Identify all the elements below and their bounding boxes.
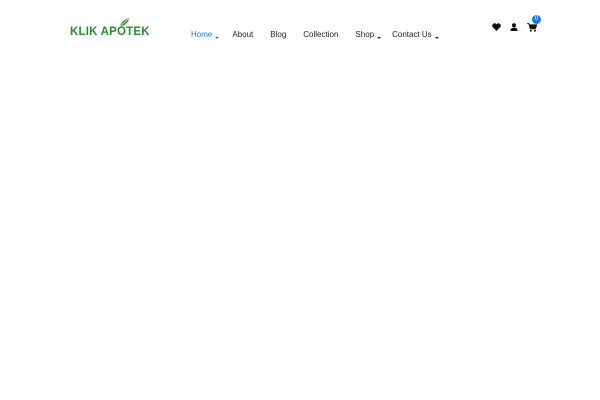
nav-item-contact-us[interactable]: Contact Us — [392, 30, 439, 40]
nav-item-label: Contact Us — [392, 30, 432, 39]
page: KLIK APOTEK Home About Blog Collection S… — [0, 0, 600, 400]
user-icon — [510, 22, 518, 31]
nav-item-label: Shop — [355, 30, 375, 39]
heart-icon — [491, 22, 501, 31]
brand-name: KLIK APOTEK — [70, 26, 150, 38]
nav-item-home[interactable]: Home — [191, 30, 220, 40]
account-button[interactable] — [508, 21, 520, 33]
nav-item-about[interactable]: About — [232, 30, 253, 40]
cart-count-badge: 0 — [532, 15, 541, 24]
cart-button[interactable]: 0 — [526, 15, 541, 33]
caret-down-icon — [434, 36, 439, 39]
header-icons: 0 — [490, 15, 541, 33]
nav-item-shop[interactable]: Shop — [355, 30, 382, 40]
leaf-icon — [119, 18, 130, 27]
nav-item-collection[interactable]: Collection — [303, 30, 338, 40]
nav-item-label: Blog — [270, 30, 287, 39]
caret-down-icon — [215, 36, 220, 39]
site-logo[interactable]: KLIK APOTEK — [70, 18, 150, 39]
nav-item-label: Collection — [303, 30, 339, 39]
nav-item-blog[interactable]: Blog — [270, 30, 286, 40]
nav-item-label: Home — [191, 30, 213, 39]
main-nav: Home About Blog Collection Shop Contact … — [191, 30, 439, 40]
caret-down-icon — [377, 36, 382, 39]
nav-item-label: About — [232, 30, 254, 39]
wishlist-button[interactable] — [490, 21, 502, 33]
